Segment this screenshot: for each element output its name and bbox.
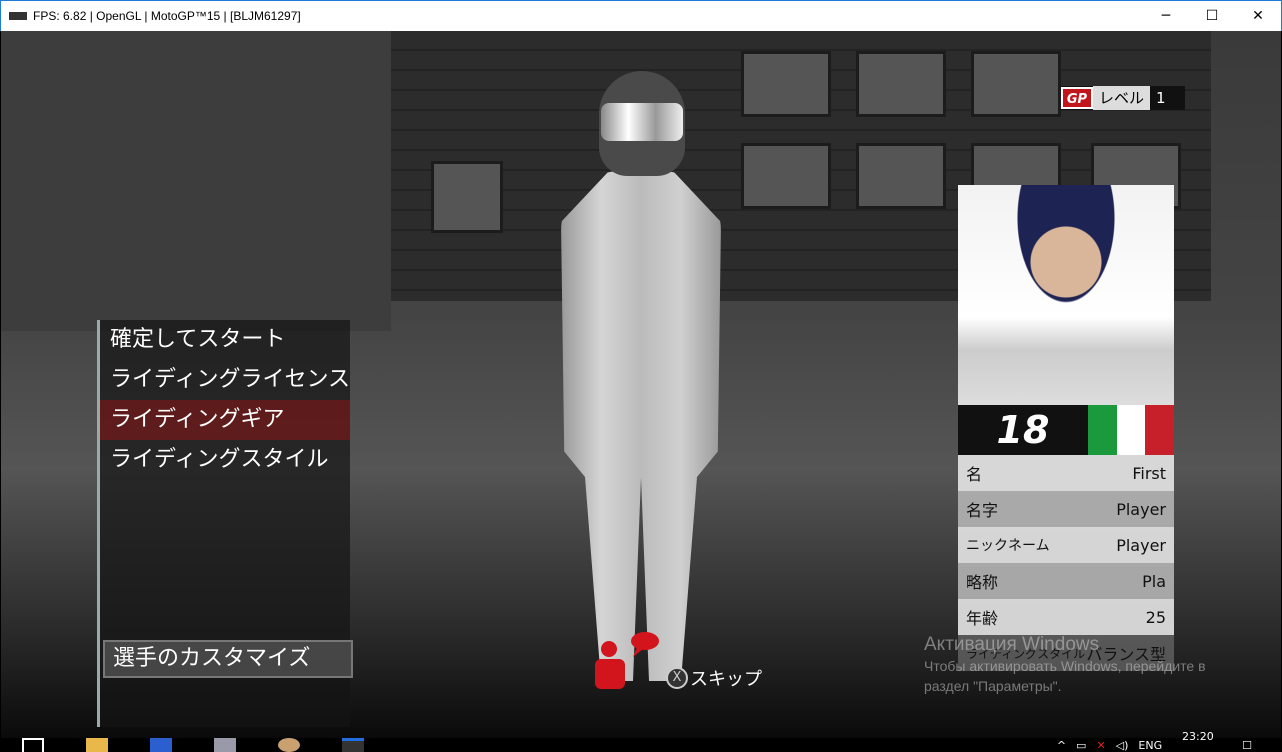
file-explorer-icon[interactable] (86, 738, 108, 752)
field-label: 名 (966, 465, 983, 484)
field-nickname[interactable]: ニックネーム Player (958, 527, 1174, 563)
skip-label: スキップ (690, 669, 762, 690)
menu-item-confirm-start[interactable]: 確定してスタート (100, 320, 350, 360)
paint-icon[interactable] (278, 738, 300, 752)
field-first-name[interactable]: 名 First (958, 455, 1174, 491)
main-menu: 確定してスタート ライディングライセンス ライディングギア ライディングスタイル… (97, 320, 353, 727)
task-view-icon[interactable] (22, 738, 44, 752)
language-indicator[interactable]: ENG (1138, 739, 1162, 752)
field-label: ニックネーム (966, 538, 1050, 554)
battery-icon[interactable]: ▭ (1076, 739, 1086, 752)
field-label: 名字 (966, 501, 999, 520)
window-titlebar: FPS: 6.82 | OpenGL | MotoGP™15 | [BLJM61… (0, 0, 1282, 31)
network-icon[interactable]: ✕ (1096, 739, 1105, 752)
windows-activation-watermark: Активация Windows Чтобы активировать Win… (924, 634, 1206, 696)
rpcs3-icon[interactable] (342, 738, 364, 752)
field-value: First (1132, 463, 1166, 483)
game-viewport: GP レベル 1 確定してスタート ライディングライセンス ライディングギア ラ… (1, 31, 1281, 738)
rider-photo (958, 185, 1174, 405)
gp-logo: GP (1061, 87, 1093, 109)
close-button[interactable]: ✕ (1235, 1, 1281, 31)
visor (601, 103, 683, 141)
level-indicator: GP レベル 1 (1061, 86, 1185, 110)
skip-prompt[interactable]: X スキップ (666, 665, 762, 691)
field-label: 年齢 (966, 609, 999, 628)
clock[interactable]: 23:20 (1182, 730, 1214, 743)
x-button-icon: X (666, 667, 688, 689)
menu-item-riding-license[interactable]: ライディングライセンス (100, 360, 350, 400)
field-last-name[interactable]: 名字 Player (958, 491, 1174, 527)
field-age[interactable]: 年齢 25 (958, 599, 1174, 635)
monitor-icon[interactable] (214, 738, 236, 752)
window-title: FPS: 6.82 | OpenGL | MotoGP™15 | [BLJM61… (33, 9, 301, 23)
field-label: 略称 (966, 573, 999, 592)
menu-item-riding-gear[interactable]: ライディングギア (100, 400, 350, 440)
level-label: レベル (1093, 86, 1151, 110)
floppy-save-icon[interactable] (150, 738, 172, 752)
minimize-button[interactable]: ─ (1143, 1, 1189, 31)
activation-heading: Активация Windows (924, 634, 1100, 655)
rider-card: 18 名 First 名字 Player ニックネーム Player 略称 Pla 年齢… (958, 185, 1175, 671)
field-abbreviation[interactable]: 略称 Pla (958, 563, 1174, 599)
system-tray: ^ ▭ ✕ ◁) ENG ☐ (1057, 738, 1282, 752)
rider-number: 18 (996, 408, 1050, 452)
rider-model (531, 71, 751, 681)
section-rider-customize: 選手のカスタマイズ (103, 640, 353, 678)
rider-chat-icon (595, 632, 659, 689)
italy-flag-icon (1088, 405, 1175, 455)
activation-line1: Чтобы активировать Windows, перейдите в (924, 658, 1206, 674)
field-value: Player (1116, 535, 1166, 555)
volume-icon[interactable]: ◁) (1116, 739, 1129, 752)
menu-item-riding-style[interactable]: ライディングスタイル (100, 440, 350, 480)
app-icon (9, 12, 27, 20)
field-value: Player (1116, 499, 1166, 519)
activation-line2: раздел "Параметры". (924, 678, 1062, 694)
notification-icon[interactable]: ☐ (1242, 739, 1252, 752)
background-wall (1, 31, 391, 331)
maximize-button[interactable]: ☐ (1189, 1, 1235, 31)
field-value: 25 (1145, 607, 1166, 627)
chevron-up-icon[interactable]: ^ (1057, 739, 1066, 752)
field-value: Pla (1142, 571, 1166, 591)
taskbar: ^ ▭ ✕ ◁) ENG ☐ (0, 738, 1282, 752)
level-value: 1 (1156, 89, 1166, 107)
